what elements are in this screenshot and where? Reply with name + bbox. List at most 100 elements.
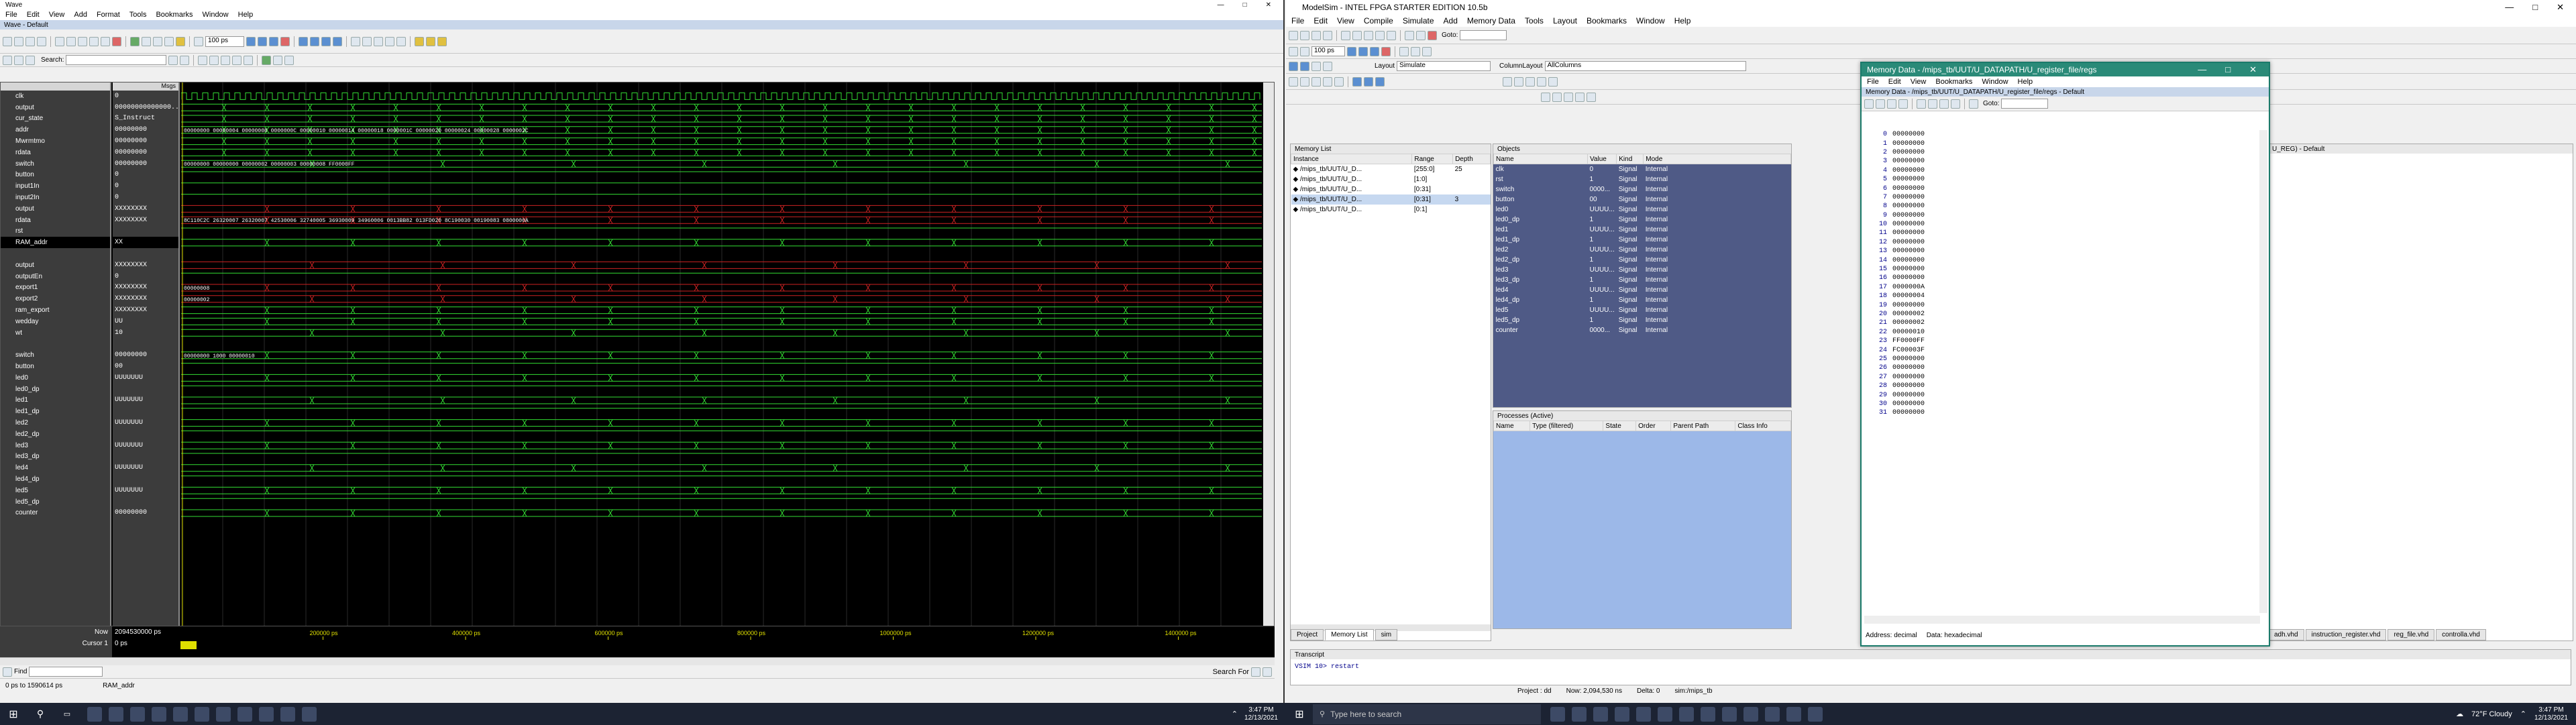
- proc-col-4[interactable]: Parent Path: [1670, 421, 1736, 431]
- waveform-pane[interactable]: 00000000 00000004 00000008 0000000C 0000…: [181, 82, 1262, 626]
- object-row[interactable]: switch 0000... Signal Internal: [1494, 184, 1791, 194]
- signal-name[interactable]: rdata: [1, 215, 110, 226]
- zoom-cursor-icon[interactable]: [232, 55, 242, 65]
- memory-row[interactable]: 12 00000000: [1864, 238, 2260, 247]
- ms-f-icon[interactable]: [1352, 76, 1362, 87]
- maximize-button[interactable]: □: [1243, 1, 1247, 9]
- md-menu-item-window[interactable]: Window: [1982, 78, 2008, 86]
- terminal-icon[interactable]: [195, 706, 209, 722]
- signal-name[interactable]: button: [1, 361, 110, 372]
- wave-add-icon[interactable]: [176, 36, 185, 46]
- ms-copy-icon[interactable]: [1352, 30, 1362, 40]
- signal-name[interactable]: [1, 339, 110, 350]
- word-icon[interactable]: [302, 706, 317, 722]
- ms-menu-item-file[interactable]: File: [1291, 16, 1304, 25]
- memory-value[interactable]: 00000000: [1892, 131, 1925, 138]
- ms-goto-input[interactable]: [1460, 30, 1507, 40]
- memory-row[interactable]: 8 00000000: [1864, 202, 2260, 211]
- restart-icon[interactable]: [130, 36, 140, 46]
- break-icon[interactable]: [112, 36, 121, 46]
- md-paste-icon[interactable]: [1939, 99, 1949, 109]
- ms-step-over-icon[interactable]: [1411, 46, 1420, 56]
- find-option-icon[interactable]: [1251, 667, 1260, 677]
- memory-row[interactable]: 3 00000000: [1864, 157, 2260, 166]
- ms-menu-item-bookmarks[interactable]: Bookmarks: [1587, 16, 1627, 25]
- ms-restart-icon[interactable]: [1289, 46, 1298, 56]
- obj-col-value[interactable]: Value: [1587, 154, 1617, 164]
- weather-icon[interactable]: ☁: [2456, 710, 2463, 718]
- memory-row[interactable]: 24 FC00003F: [1864, 345, 2260, 354]
- memory-row[interactable]: 19 00000000: [1864, 300, 2260, 309]
- store-icon[interactable]: [1615, 706, 1629, 722]
- memory-value[interactable]: 0000000A: [1892, 284, 1925, 291]
- ms-close-button[interactable]: ✕: [2557, 2, 2564, 13]
- wave-menu-item-window[interactable]: Window: [203, 11, 229, 19]
- wave-menu-item-bookmarks[interactable]: Bookmarks: [156, 11, 193, 19]
- edge-find-icon[interactable]: [437, 36, 447, 46]
- close-button[interactable]: ✕: [1266, 1, 1271, 9]
- cut-icon[interactable]: [55, 36, 64, 46]
- memory-value[interactable]: 00000000: [1892, 374, 1925, 381]
- find-close-icon[interactable]: [3, 667, 12, 677]
- proc-col-5[interactable]: Class Info: [1735, 421, 1791, 431]
- memory-row[interactable]: 23 FF0000FF: [1864, 337, 2260, 345]
- memory-row[interactable]: 2 00000000: [1864, 148, 2260, 157]
- ms-redo-icon[interactable]: [1387, 30, 1396, 40]
- taskbar-search-box[interactable]: ⚲ Type here to search: [1313, 704, 1541, 724]
- ms-zcursor-icon[interactable]: [1575, 92, 1585, 102]
- obj-col-mode[interactable]: Mode: [1643, 154, 1791, 164]
- tray-icon-left[interactable]: ⌃: [1232, 710, 1238, 718]
- ruler-icon[interactable]: [374, 36, 383, 46]
- object-row[interactable]: rst 1 Signal Internal: [1494, 174, 1791, 184]
- proc-col-3[interactable]: Order: [1635, 421, 1672, 431]
- vhdl-icon[interactable]: [1808, 706, 1823, 722]
- signal-name[interactable]: led2: [1, 417, 110, 429]
- ms-h-icon[interactable]: [1375, 76, 1385, 87]
- md-menu-item-bookmarks[interactable]: Bookmarks: [1935, 78, 1972, 86]
- ms-run-length-icon[interactable]: [1300, 46, 1309, 56]
- wave-menu-item-view[interactable]: View: [49, 11, 65, 19]
- ms-i-icon[interactable]: [1537, 76, 1546, 87]
- tab-memory-list[interactable]: Memory List: [1325, 629, 1374, 640]
- memory-value[interactable]: 00000000: [1892, 257, 1925, 264]
- memory-row[interactable]: 10 00000000: [1864, 220, 2260, 229]
- word-icon[interactable]: [1765, 706, 1780, 722]
- signal-name[interactable]: rst: [1, 226, 110, 237]
- object-row[interactable]: led2 UUUU... Signal Internal: [1494, 245, 1791, 255]
- zoom-icon[interactable]: [216, 706, 231, 722]
- tab-sim[interactable]: sim: [1375, 629, 1398, 640]
- step-icon[interactable]: [299, 36, 308, 46]
- search-for-label[interactable]: Search For: [1213, 668, 1249, 676]
- signal-color-icon[interactable]: [262, 55, 272, 65]
- ms-c-icon[interactable]: [1311, 76, 1321, 87]
- signal-format-icon[interactable]: [273, 55, 283, 65]
- memory-row[interactable]: 18 00000004: [1864, 292, 2260, 300]
- signal-name[interactable]: input1In: [1, 180, 110, 192]
- ms-step-icon[interactable]: [1399, 46, 1409, 56]
- file-explorer-icon[interactable]: [87, 706, 102, 722]
- ms-d-icon[interactable]: [1323, 76, 1332, 87]
- md-cut-icon[interactable]: [1917, 99, 1926, 109]
- memory-list-row[interactable]: ◆ /mips_tb/UUT/U_D... [255:0] 25: [1291, 164, 1491, 174]
- modelsim-icon[interactable]: [237, 706, 252, 722]
- memory-value[interactable]: FF0000FF: [1892, 337, 1925, 345]
- memory-list-row[interactable]: ◆ /mips_tb/UUT/U_D... [1:0]: [1291, 174, 1491, 184]
- search-input[interactable]: [66, 55, 167, 65]
- zoom-icon[interactable]: [1679, 706, 1694, 722]
- new-icon[interactable]: [3, 36, 12, 46]
- memory-value[interactable]: 00000000: [1892, 176, 1925, 183]
- modelsim-icon[interactable]: [1701, 706, 1715, 722]
- mail-icon[interactable]: [1636, 706, 1651, 722]
- memory-row[interactable]: 13 00000000: [1864, 247, 2260, 256]
- editor-tab[interactable]: instruction_register.vhd: [2305, 629, 2387, 640]
- memory-value[interactable]: 00000000: [1892, 185, 1925, 192]
- wave-menu-item-add[interactable]: Add: [74, 11, 87, 19]
- object-row[interactable]: led4_dp 1 Signal Internal: [1494, 295, 1791, 305]
- md-close-button[interactable]: ✕: [2249, 64, 2257, 75]
- signal-name[interactable]: Mwrmtmo: [1, 135, 110, 147]
- memory-value[interactable]: 00000000: [1892, 302, 1925, 309]
- store-icon[interactable]: [152, 706, 166, 722]
- memory-row[interactable]: 16 00000000: [1864, 274, 2260, 282]
- minimize-button[interactable]: —: [1218, 1, 1224, 9]
- ms-up-icon[interactable]: [1289, 61, 1298, 71]
